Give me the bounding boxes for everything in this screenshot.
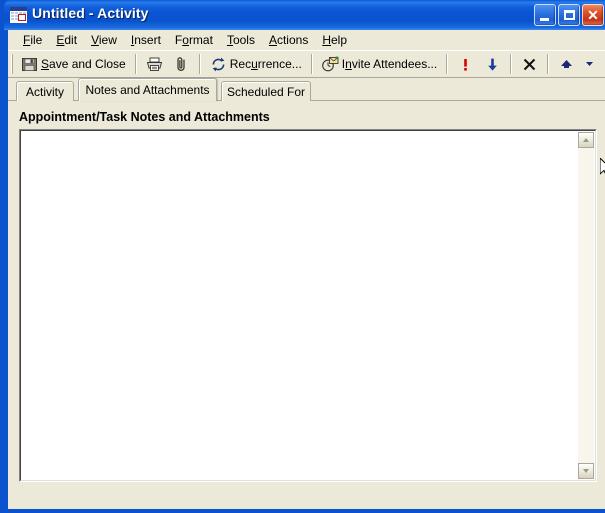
- low-importance-button[interactable]: [479, 53, 506, 75]
- recurrence-button[interactable]: Recurrence...: [205, 53, 307, 75]
- scrollbar-down-button[interactable]: [578, 463, 594, 479]
- toolbar-grip[interactable]: [11, 54, 13, 74]
- notes-textarea[interactable]: [19, 129, 597, 482]
- down-arrow-icon: [484, 56, 501, 73]
- floppy-disk-icon: [21, 56, 38, 73]
- menu-item-view[interactable]: View: [84, 31, 124, 49]
- paperclip-icon: [173, 56, 190, 73]
- menu-item-help[interactable]: Help: [315, 31, 354, 49]
- save-and-close-button[interactable]: Save and Close: [16, 53, 131, 75]
- toolbar-separator-4: [446, 54, 448, 74]
- delete-x-icon: [521, 56, 538, 73]
- invite-attendees-label: Invite Attendees...: [342, 57, 437, 71]
- save-and-close-label: Save and Close: [41, 57, 126, 71]
- close-button[interactable]: ✕: [582, 4, 604, 26]
- scroll-down-icon: [583, 469, 589, 473]
- tab-scheduled-for-label: Scheduled For: [227, 85, 305, 99]
- menu-item-file[interactable]: File: [16, 31, 49, 49]
- print-button[interactable]: [141, 53, 168, 75]
- recurrence-icon: [210, 56, 227, 73]
- menu-item-edit[interactable]: Edit: [49, 31, 84, 49]
- toolbar-separator-3: [311, 54, 313, 74]
- scrollbar-track[interactable]: [578, 148, 594, 463]
- tab-notes-and-attachments[interactable]: Notes and Attachments: [78, 78, 217, 101]
- notes-textarea-inner[interactable]: [20, 130, 596, 481]
- title-bar[interactable]: Untitled - Activity ✕: [4, 0, 605, 30]
- menu-item-actions[interactable]: Actions: [262, 31, 315, 49]
- exclamation-icon: [457, 56, 474, 73]
- chevron-down-icon: [585, 57, 594, 71]
- menu-item-tools[interactable]: Tools: [220, 31, 262, 49]
- window-title: Untitled - Activity: [32, 5, 149, 21]
- maximize-button[interactable]: [558, 4, 580, 26]
- invite-attendees-button[interactable]: Invite Attendees...: [317, 53, 442, 75]
- printer-icon: [146, 56, 163, 73]
- tab-activity-label: Activity: [26, 85, 64, 99]
- toolbar-separator-1: [135, 54, 137, 74]
- tab-scheduled-for[interactable]: Scheduled For: [221, 81, 311, 101]
- activity-window: Untitled - Activity ✕ File Edit View Ins…: [0, 0, 605, 513]
- toolbar-separator-6: [547, 54, 549, 74]
- up-arrow-icon: [558, 56, 575, 73]
- window-controls: ✕: [534, 4, 604, 26]
- notes-vertical-scrollbar[interactable]: [578, 132, 594, 479]
- minimize-button[interactable]: [534, 4, 556, 26]
- toolbar: Save and Close: [8, 50, 605, 78]
- menu-item-format[interactable]: Format: [168, 31, 220, 49]
- scrollbar-up-button[interactable]: [578, 132, 594, 148]
- client-area: File Edit View Insert Format Tools Actio…: [8, 30, 605, 509]
- tab-notes-and-attachments-label: Notes and Attachments: [85, 83, 209, 97]
- invite-attendees-icon: [322, 56, 339, 73]
- close-icon: ✕: [583, 5, 603, 25]
- high-importance-button[interactable]: [452, 53, 479, 75]
- attach-file-button[interactable]: [168, 53, 195, 75]
- delete-button[interactable]: [516, 53, 543, 75]
- menu-item-insert[interactable]: Insert: [124, 31, 168, 49]
- appointment-calendar-icon: [10, 7, 27, 23]
- previous-item-button[interactable]: [553, 53, 580, 75]
- maximize-icon: [564, 10, 575, 20]
- menu-bar: File Edit View Insert Format Tools Actio…: [8, 30, 605, 50]
- scroll-up-icon: [583, 138, 589, 142]
- panel-heading: Appointment/Task Notes and Attachments: [19, 110, 270, 124]
- recurrence-label: Recurrence...: [230, 57, 302, 71]
- previous-item-dropdown[interactable]: [580, 53, 599, 75]
- next-item-button[interactable]: [599, 53, 605, 75]
- notes-panel: Appointment/Task Notes and Attachments: [8, 101, 605, 509]
- toolbar-separator-2: [199, 54, 201, 74]
- minimize-icon: [540, 18, 549, 21]
- toolbar-separator-5: [510, 54, 512, 74]
- tab-activity[interactable]: Activity: [16, 81, 74, 101]
- tab-strip: Activity Notes and Attachments Scheduled…: [8, 78, 605, 101]
